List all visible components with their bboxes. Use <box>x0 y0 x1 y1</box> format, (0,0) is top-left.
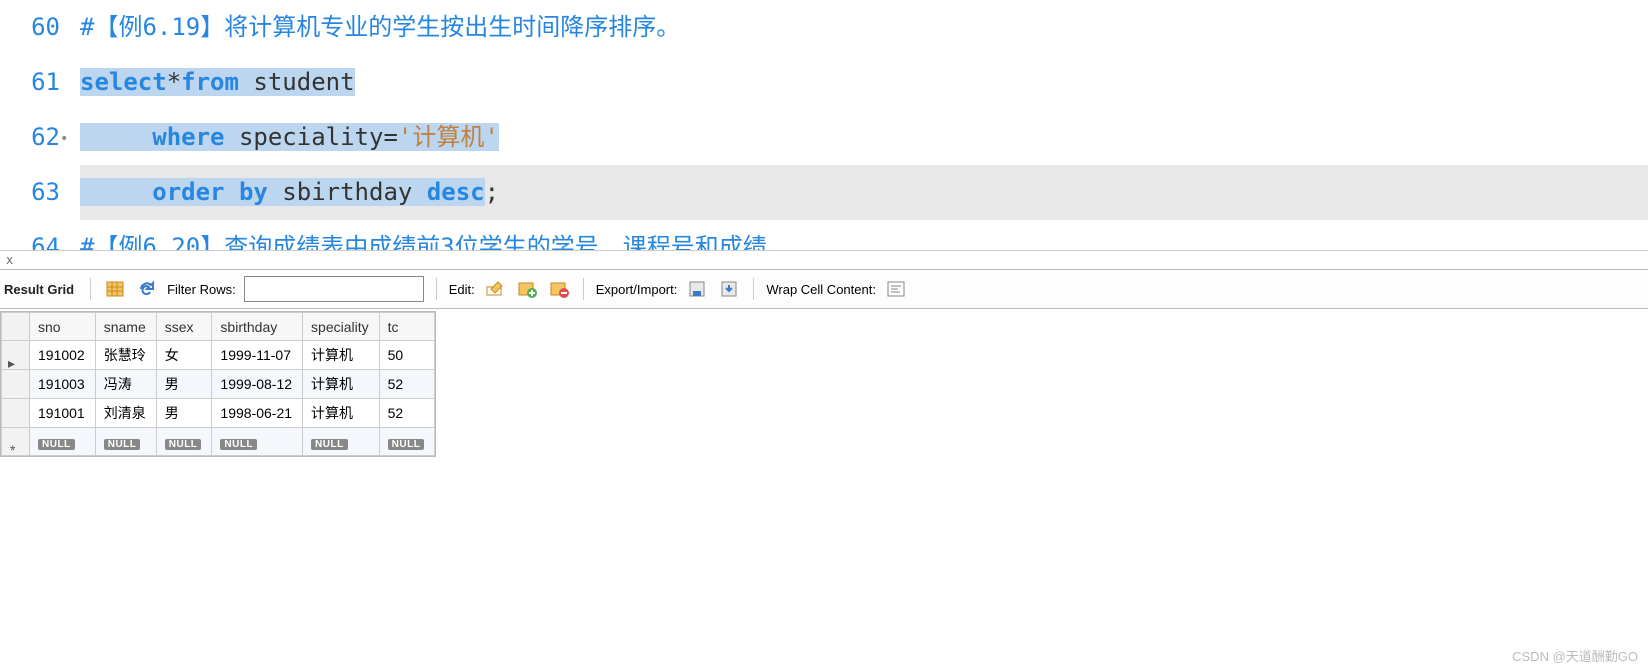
exec-marker-icon: • <box>60 112 68 167</box>
separator <box>753 278 754 300</box>
indent <box>80 178 152 206</box>
refresh-icon[interactable] <box>135 277 159 301</box>
code-line[interactable]: #【例6.20】查询成绩表中成绩前3位学生的学号、课程号和成绩 <box>80 220 1648 250</box>
import-icon[interactable] <box>717 277 741 301</box>
cell[interactable]: 计算机 <box>303 370 380 399</box>
line-number: 62 <box>0 110 60 165</box>
cell[interactable]: 52 <box>379 399 435 428</box>
table-header-row: sno sname ssex sbirthday speciality tc <box>2 313 435 341</box>
sql-editor[interactable]: 60 61 62 63 64 #【例6.19】将计算机专业的学生按出生时间降序排… <box>0 0 1648 250</box>
line-number: 63 <box>0 165 60 220</box>
col-header[interactable]: sbirthday <box>212 313 303 341</box>
add-row-icon[interactable] <box>515 277 539 301</box>
cell[interactable]: 52 <box>379 370 435 399</box>
null-badge: NULL <box>38 439 75 450</box>
indent <box>80 123 152 151</box>
code-content[interactable]: #【例6.19】将计算机专业的学生按出生时间降序排序。 •select*from… <box>80 0 1648 250</box>
edit-label: Edit: <box>449 282 475 297</box>
kw-from: from <box>181 68 239 96</box>
panel-close[interactable]: x <box>0 250 1648 269</box>
wrap-cell-icon[interactable] <box>884 277 908 301</box>
grid-view-icon[interactable] <box>103 277 127 301</box>
cell-null[interactable]: NULL <box>212 428 303 456</box>
cell-null[interactable]: NULL <box>303 428 380 456</box>
line-number: 60 <box>0 0 60 55</box>
cell[interactable]: 1999-11-07 <box>212 341 303 370</box>
comment-text: #【例6.20】查询成绩表中成绩前3位学生的学号、课程号和成绩 <box>80 233 767 250</box>
col-header[interactable]: ssex <box>156 313 212 341</box>
filter-rows-label: Filter Rows: <box>167 282 236 297</box>
cell[interactable]: 191003 <box>30 370 96 399</box>
code-line[interactable]: #【例6.19】将计算机专业的学生按出生时间降序排序。 <box>80 0 1648 55</box>
op-eq: = <box>383 123 397 151</box>
ident-col: sbirthday <box>268 178 427 206</box>
cell-null[interactable]: NULL <box>95 428 156 456</box>
table-row[interactable]: 191002 张慧玲 女 1999-11-07 计算机 50 <box>2 341 435 370</box>
table-row[interactable]: 191003 冯涛 男 1999-08-12 计算机 52 <box>2 370 435 399</box>
separator <box>90 278 91 300</box>
separator <box>583 278 584 300</box>
line-number: 61 <box>0 55 60 110</box>
table-row-new[interactable]: NULL NULL NULL NULL NULL NULL <box>2 428 435 456</box>
export-icon[interactable] <box>685 277 709 301</box>
ident-table: student <box>239 68 355 96</box>
comment-text: #【例6.19】将计算机专业的学生按出生时间降序排序。 <box>80 13 680 41</box>
cell-null[interactable]: NULL <box>30 428 96 456</box>
separator <box>436 278 437 300</box>
kw-select: select <box>80 68 167 96</box>
kw-where: where <box>152 123 224 151</box>
null-badge: NULL <box>220 439 257 450</box>
watermark: CSDN @天道酬勤GO <box>1512 646 1638 665</box>
row-header-corner <box>2 313 30 341</box>
edit-row-icon[interactable] <box>483 277 507 301</box>
cell[interactable]: 冯涛 <box>95 370 156 399</box>
col-header[interactable]: speciality <box>303 313 380 341</box>
col-header[interactable]: sname <box>95 313 156 341</box>
op-star: * <box>167 68 181 96</box>
cell[interactable]: 191002 <box>30 341 96 370</box>
close-icon[interactable]: x <box>6 253 13 267</box>
cell[interactable]: 女 <box>156 341 212 370</box>
semicolon: ; <box>485 178 499 206</box>
cell[interactable]: 计算机 <box>303 399 380 428</box>
table-row[interactable]: 191001 刘清泉 男 1998-06-21 计算机 52 <box>2 399 435 428</box>
row-header[interactable] <box>2 341 30 370</box>
row-header[interactable] <box>2 370 30 399</box>
filter-rows-input[interactable] <box>244 276 424 302</box>
string-literal: '计算机' <box>398 123 499 151</box>
line-number: 64 <box>0 220 60 250</box>
delete-row-icon[interactable] <box>547 277 571 301</box>
col-header[interactable]: sno <box>30 313 96 341</box>
cell[interactable]: 191001 <box>30 399 96 428</box>
kw-orderby: order by <box>152 178 268 206</box>
wrap-cell-label: Wrap Cell Content: <box>766 282 876 297</box>
cell[interactable]: 男 <box>156 370 212 399</box>
null-badge: NULL <box>388 439 425 450</box>
null-badge: NULL <box>104 439 141 450</box>
result-toolbar: Result Grid Filter Rows: Edit: Export/Im… <box>0 269 1648 309</box>
cell[interactable]: 1998-06-21 <box>212 399 303 428</box>
export-import-label: Export/Import: <box>596 282 678 297</box>
kw-desc: desc <box>427 178 485 206</box>
cell[interactable]: 计算机 <box>303 341 380 370</box>
row-header[interactable] <box>2 428 30 456</box>
code-line[interactable]: •select*from student <box>80 55 1648 110</box>
cell[interactable]: 50 <box>379 341 435 370</box>
result-grid[interactable]: sno sname ssex sbirthday speciality tc 1… <box>0 311 436 457</box>
ident-col: speciality <box>225 123 384 151</box>
result-table[interactable]: sno sname ssex sbirthday speciality tc 1… <box>1 312 435 456</box>
result-grid-label: Result Grid <box>4 282 74 297</box>
col-header[interactable]: tc <box>379 313 435 341</box>
cell-null[interactable]: NULL <box>379 428 435 456</box>
cell-null[interactable]: NULL <box>156 428 212 456</box>
cell[interactable]: 男 <box>156 399 212 428</box>
row-header[interactable] <box>2 399 30 428</box>
code-line[interactable]: order by sbirthday desc; <box>80 165 1648 220</box>
code-line[interactable]: where speciality='计算机' <box>80 110 1648 165</box>
cell[interactable]: 1999-08-12 <box>212 370 303 399</box>
null-badge: NULL <box>311 439 348 450</box>
cell[interactable]: 刘清泉 <box>95 399 156 428</box>
cell[interactable]: 张慧玲 <box>95 341 156 370</box>
null-badge: NULL <box>165 439 202 450</box>
